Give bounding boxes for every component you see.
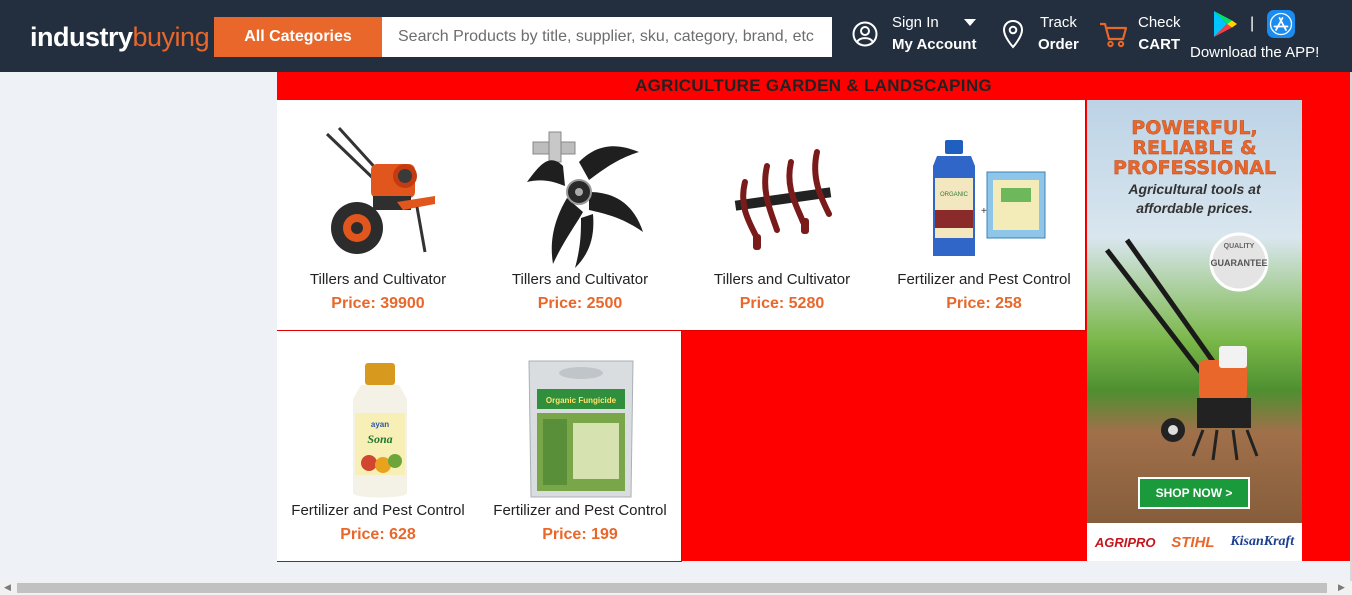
product-name[interactable]: Fertilizer and Pest Control	[277, 502, 479, 519]
product-price: Price: 5280	[739, 295, 825, 312]
promo-banner[interactable]: POWERFUL, RELIABLE & PROFESSIONAL Agricu…	[1087, 100, 1302, 561]
banner-headline-line-1: POWERFUL,	[1131, 117, 1258, 139]
download-app-area: | Download the APP!	[1190, 8, 1330, 64]
my-account-label: My Account	[892, 36, 977, 53]
cart-icon	[1100, 22, 1128, 48]
all-categories-button[interactable]: All Categories	[214, 17, 382, 57]
badge-text-2: GUARANTEE	[1210, 258, 1267, 268]
product-price: Price: 2500	[537, 295, 623, 312]
product-card[interactable]: ORGANIC + Fertilizer and Pest Control Pr…	[883, 100, 1086, 331]
brand-kisankraft: KisanKraft	[1230, 534, 1295, 549]
banner-headline-line-3: PROFESSIONAL	[1112, 157, 1277, 179]
site-logo[interactable]: industrybuying	[30, 22, 210, 53]
power-tiller-illustration: QUALITY GUARANTEE	[1105, 232, 1269, 461]
banner-subline: Agricultural tools at affordable prices.	[1087, 180, 1302, 218]
location-pin-icon	[1002, 19, 1024, 49]
product-price: Price: 199	[542, 526, 618, 543]
section-title: AGRICULTURE GARDEN & LANDSCAPING	[635, 76, 992, 95]
banner-subline-line-2: affordable prices.	[1136, 200, 1253, 216]
product-price: Price: 258	[946, 295, 1022, 312]
cultivator-tines-icon	[734, 149, 832, 250]
brand-agripro: AGRIPRO	[1094, 534, 1156, 550]
download-app-label[interactable]: Download the APP!	[1190, 42, 1330, 64]
scroll-left-icon[interactable]: ◀	[4, 582, 11, 593]
scroll-right-icon[interactable]: ▶	[1338, 582, 1345, 593]
fungicide-pouch-icon: Organic Fungicide	[528, 360, 634, 498]
search-input[interactable]	[382, 17, 832, 57]
my-account-link[interactable]: Sign In My Account	[852, 12, 976, 56]
product-price: Price: 628	[340, 526, 416, 543]
cart-label: CART	[1138, 36, 1181, 53]
product-card[interactable]: Tillers and Cultivator Price: 2500	[479, 100, 682, 331]
cart-link[interactable]: Check CART	[1098, 12, 1181, 56]
svg-text:+: +	[981, 206, 987, 217]
product-price: Price: 39900	[331, 295, 425, 312]
brand-stihl: STIHL	[1171, 533, 1215, 551]
product-name[interactable]: Tillers and Cultivator	[479, 271, 681, 288]
svg-text:ORGANIC: ORGANIC	[940, 192, 969, 198]
scrollbar-thumb[interactable]	[17, 583, 1327, 593]
banner-subline-line-1: Agricultural tools at	[1128, 181, 1261, 197]
product-card[interactable]: ayan Sona Fertilizer and Pest Control Pr…	[277, 331, 480, 562]
chevron-down-icon[interactable]	[964, 19, 976, 27]
shop-now-button[interactable]: SHOP NOW >	[1138, 477, 1250, 509]
fertilizer-bottle-pack-icon: ORGANIC +	[933, 140, 1046, 256]
badge-text-1: QUALITY	[1224, 243, 1255, 250]
category-section: AGRICULTURE GARDEN & LANDSCAPING Tillers…	[277, 72, 1350, 562]
horizontal-scrollbar[interactable]: ◀ ▶	[0, 581, 1352, 595]
product-name[interactable]: Fertilizer and Pest Control	[479, 502, 681, 519]
product-card[interactable]: Tillers and Cultivator Price: 5280	[681, 100, 884, 331]
app-store-icon[interactable]	[1266, 9, 1296, 39]
track-label: Track	[1039, 14, 1077, 31]
product-card[interactable]: Organic Fungicide Fertilizer and Pest Co…	[479, 331, 682, 562]
product-name[interactable]: Tillers and Cultivator	[277, 271, 479, 288]
check-label: Check	[1138, 14, 1181, 31]
brand-strip: AGRIPRO STIHL KisanKraft	[1087, 523, 1302, 561]
app-separator: |	[1250, 15, 1255, 32]
top-header: industrybuying All Categories Sign In My…	[0, 0, 1352, 72]
svg-text:Sona: Sona	[367, 432, 392, 446]
svg-text:Organic Fungicide: Organic Fungicide	[546, 396, 617, 405]
product-name[interactable]: Fertilizer and Pest Control	[883, 271, 1085, 288]
tiller-blade-icon	[527, 131, 643, 268]
fertilizer-bottle-icon: ayan Sona	[353, 363, 407, 498]
banner-headline: POWERFUL, RELIABLE & PROFESSIONAL	[1087, 118, 1302, 178]
product-name[interactable]: Tillers and Cultivator	[681, 271, 883, 288]
order-label: Order	[1038, 36, 1079, 53]
svg-text:ayan: ayan	[371, 420, 389, 429]
google-play-icon[interactable]	[1212, 10, 1238, 38]
banner-headline-line-2: RELIABLE &	[1132, 137, 1257, 159]
track-order-link[interactable]: Track Order	[1002, 12, 1079, 56]
user-icon	[852, 21, 878, 47]
product-card[interactable]: Tillers and Cultivator Price: 39900	[277, 100, 480, 331]
tiller-machine-icon	[325, 126, 435, 254]
logo-part-1[interactable]: industry	[30, 22, 133, 52]
logo-part-2[interactable]: buying	[133, 22, 210, 52]
